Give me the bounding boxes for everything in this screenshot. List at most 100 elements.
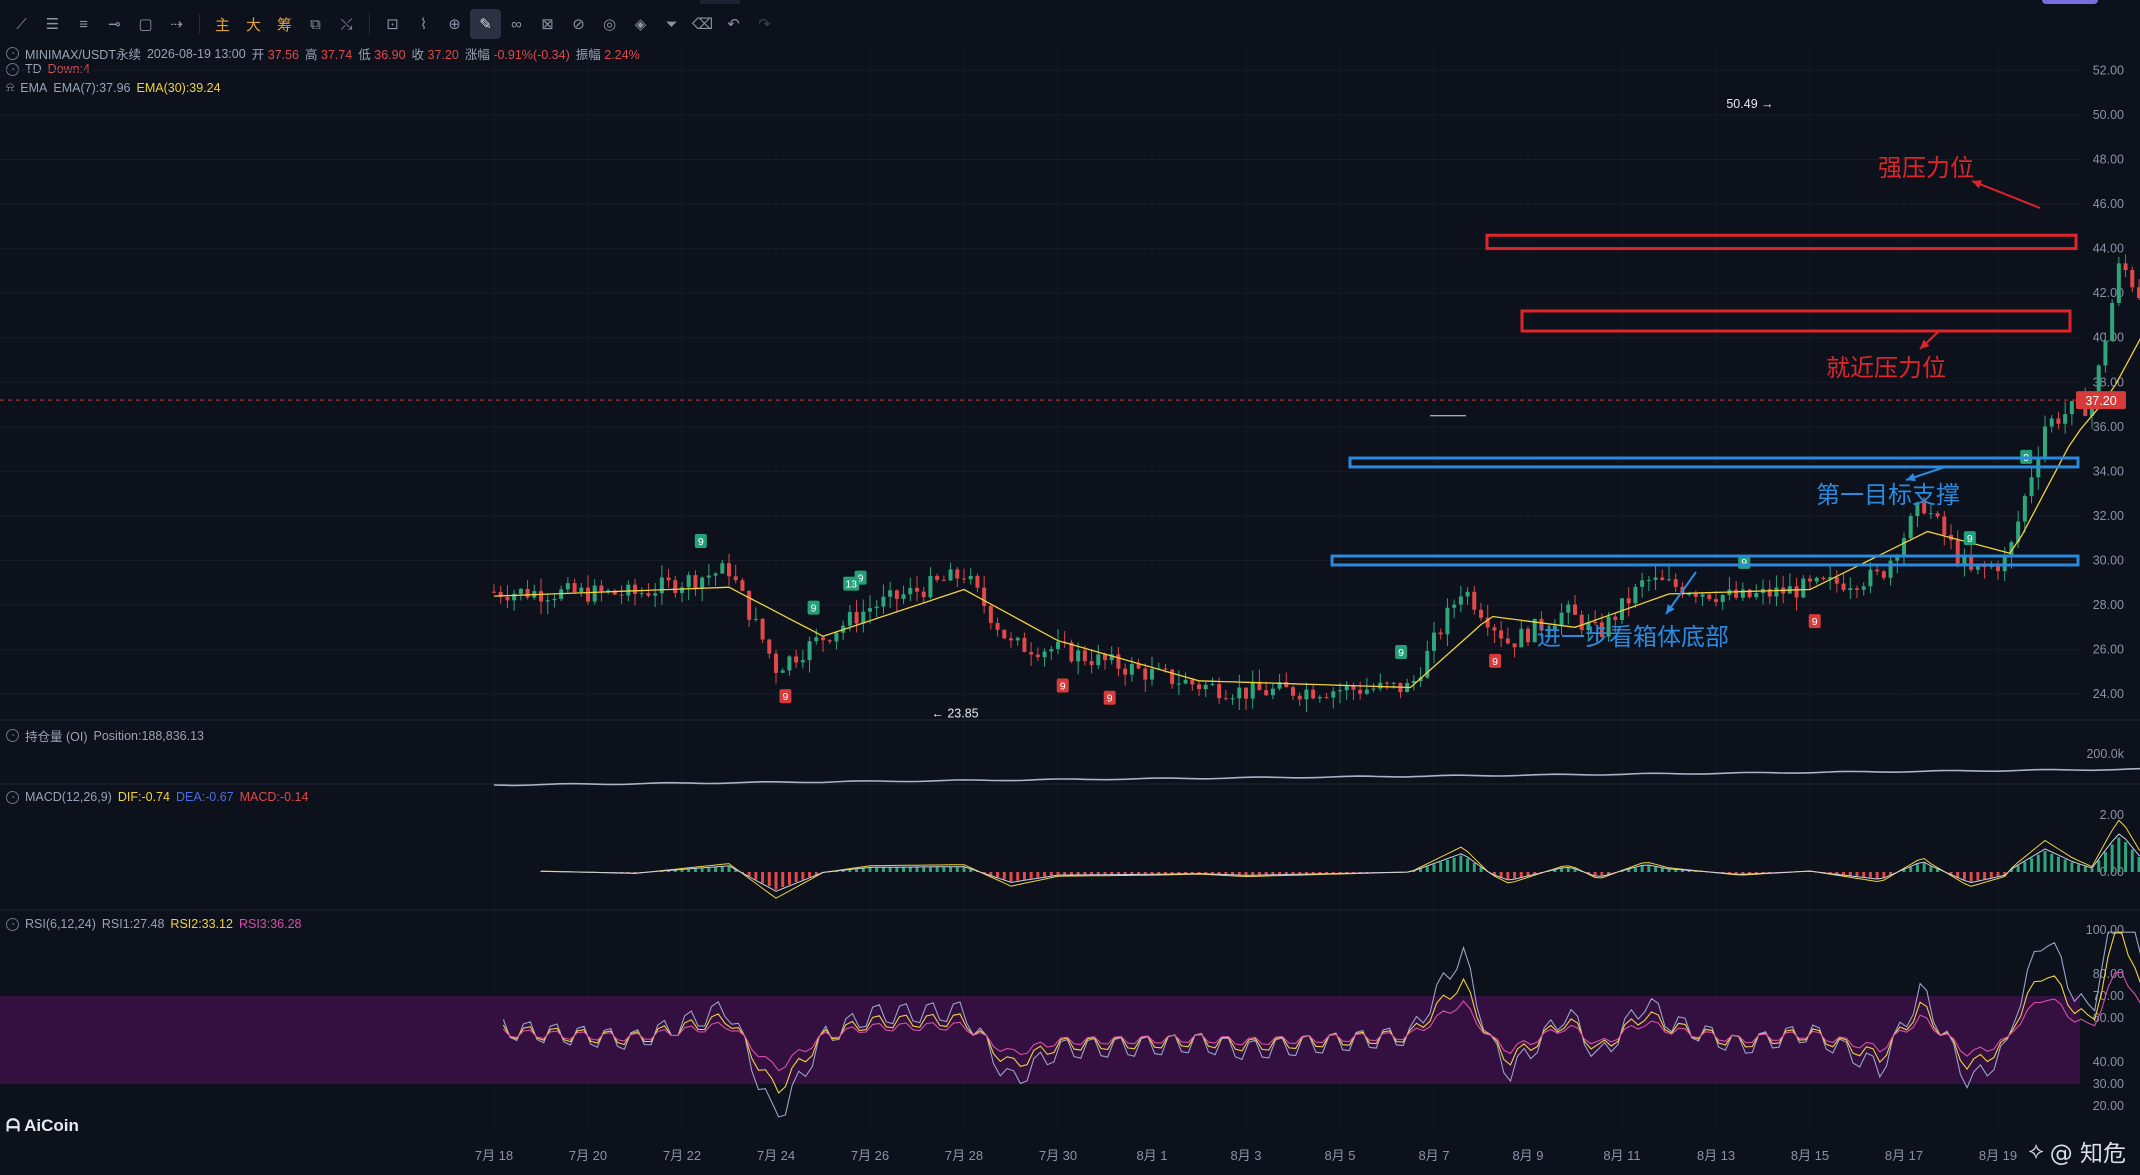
candle-body xyxy=(539,591,543,602)
visibility-toggle-icon[interactable]: ◔ xyxy=(6,62,19,76)
change-value: -0.91%(-0.34) xyxy=(493,48,570,62)
candle-body xyxy=(2063,414,2068,424)
measure-icon[interactable]: ⊡ xyxy=(377,9,408,39)
low-marker: ← 23.85 xyxy=(931,707,978,721)
candle-body xyxy=(1150,669,1154,680)
candle-body xyxy=(1969,557,1974,570)
x-tick-label: 7月 24 xyxy=(757,1148,795,1163)
candle-body xyxy=(948,569,953,581)
lock-icon[interactable]: ⊠ xyxy=(532,9,563,39)
filter-icon[interactable]: ⏷ xyxy=(656,9,687,39)
x-tick-label: 7月 22 xyxy=(663,1148,701,1163)
candle-body xyxy=(1586,622,1591,631)
rsi-tick-label: 30.00 xyxy=(2093,1077,2124,1091)
arrow-path-icon[interactable]: ⇢ xyxy=(161,9,192,39)
candle-body xyxy=(1096,654,1101,666)
chart-stage[interactable]: ⟋ ☰ ≡ ⊸ ▢ ⇢ 主 大 筹 ⧉ ⤯ ⊡ ⌇ ⊕ ✎ ∞ ⊠ ⊘ ◎ ◈ … xyxy=(0,0,2140,1175)
candle-body xyxy=(2096,365,2101,406)
candle-body xyxy=(2036,456,2041,478)
visibility-toggle-icon[interactable]: ◔ xyxy=(6,729,19,742)
visibility-toggle-icon[interactable]: ◔ xyxy=(6,917,19,931)
candle-body xyxy=(1458,596,1463,605)
amplitude-label: 振幅 xyxy=(575,48,601,62)
candle-body xyxy=(505,596,510,601)
rectangle-icon[interactable]: ▢ xyxy=(130,9,161,39)
candle-body xyxy=(2083,398,2088,416)
zone-label: 进一步看箱体底部 xyxy=(1537,624,1729,651)
undo-icon[interactable]: ↶ xyxy=(718,9,749,39)
compare-icon[interactable]: ⤯ xyxy=(331,9,362,39)
brush-icon[interactable]: ✎ xyxy=(470,9,501,39)
visibility-toggle-icon[interactable]: ◔ xyxy=(6,790,19,804)
copy-icon[interactable]: ⧉ xyxy=(300,9,331,39)
ray-icon[interactable]: ⊸ xyxy=(99,9,130,39)
macd-value: MACD:-0.14 xyxy=(239,790,309,804)
candle-body xyxy=(1089,661,1094,666)
main-chart-button[interactable]: 主 xyxy=(207,9,238,39)
candle-body xyxy=(1855,588,1859,590)
candle-body xyxy=(847,612,852,626)
candle-body xyxy=(834,632,839,642)
candle-body xyxy=(1653,577,1658,580)
candle-body xyxy=(2043,426,2047,457)
candle-body xyxy=(1599,622,1604,637)
td-marker xyxy=(1489,653,1502,668)
alert-icon[interactable]: ◎ xyxy=(594,9,625,39)
x-tick-label: 7月 30 xyxy=(1039,1148,1077,1163)
candle-body xyxy=(908,587,913,595)
zone-box xyxy=(1348,456,2080,469)
zone-label: 强压力位 xyxy=(1878,155,1974,182)
alert-bell-icon[interactable]: ⍾ xyxy=(6,80,14,95)
ruler-icon[interactable]: ⌇ xyxy=(408,9,439,39)
zone-box xyxy=(1520,309,2072,333)
candle-body xyxy=(1922,502,1927,514)
candle-body xyxy=(693,575,698,589)
candle-body xyxy=(1579,614,1584,631)
x-tick-label: 8月 9 xyxy=(1512,1148,1543,1163)
candle-body xyxy=(1848,588,1853,591)
oi-tick-label: 200.0k xyxy=(2086,747,2124,761)
td-marker-label: 9 xyxy=(811,603,817,615)
candle-body xyxy=(1512,643,1517,648)
candle-body xyxy=(1727,589,1732,595)
zone-box xyxy=(1330,554,2080,567)
candle-body xyxy=(700,577,705,589)
trash-icon[interactable]: ⌫ xyxy=(687,9,718,39)
visibility-icon[interactable]: ⊘ xyxy=(563,9,594,39)
visibility-toggle-icon[interactable]: ◔ xyxy=(6,47,19,60)
big-order-button[interactable]: 大 xyxy=(238,9,269,39)
candle-body xyxy=(1828,577,1833,580)
candle-body xyxy=(1646,579,1651,581)
candle-body xyxy=(1465,591,1470,597)
trend-line-icon[interactable]: ⟋ xyxy=(6,9,37,39)
x-tick-label: 7月 26 xyxy=(851,1148,889,1163)
redo-icon[interactable]: ↷ xyxy=(749,9,780,39)
td-marker-label: 9 xyxy=(1398,647,1404,659)
candle-body xyxy=(1009,638,1013,641)
high-marker: 50.49 → xyxy=(1726,97,1773,111)
chip-button[interactable]: 筹 xyxy=(269,9,300,39)
candle-body xyxy=(1371,688,1376,690)
zone-arrow-head xyxy=(1972,180,1982,189)
link-icon[interactable]: ∞ xyxy=(501,9,532,39)
macd-tick-label: 0.00 xyxy=(2100,865,2124,879)
zoom-icon[interactable]: ⊕ xyxy=(439,9,470,39)
candle-body xyxy=(1230,698,1235,700)
magnet-icon[interactable]: ◈ xyxy=(625,9,656,39)
candle-body xyxy=(1264,690,1269,696)
td-marker xyxy=(694,534,707,549)
parallel-channel-icon[interactable]: ☰ xyxy=(37,9,68,39)
low-value: 36.90 xyxy=(374,48,406,62)
candle-body xyxy=(1861,586,1866,590)
horizontal-lines-icon[interactable]: ≡ xyxy=(68,9,99,39)
candle-body xyxy=(545,600,550,602)
price-tick-label: 48.00 xyxy=(2093,152,2124,166)
candle-body xyxy=(1237,687,1242,699)
candle-body xyxy=(1620,598,1624,620)
candle-body xyxy=(2090,405,2094,416)
candle-body xyxy=(982,587,987,607)
change-label: 涨幅 xyxy=(464,48,490,62)
candle-body xyxy=(1176,683,1181,685)
aicoin-logo-text: AiCoin xyxy=(24,1116,79,1135)
candle-body xyxy=(1136,663,1141,669)
